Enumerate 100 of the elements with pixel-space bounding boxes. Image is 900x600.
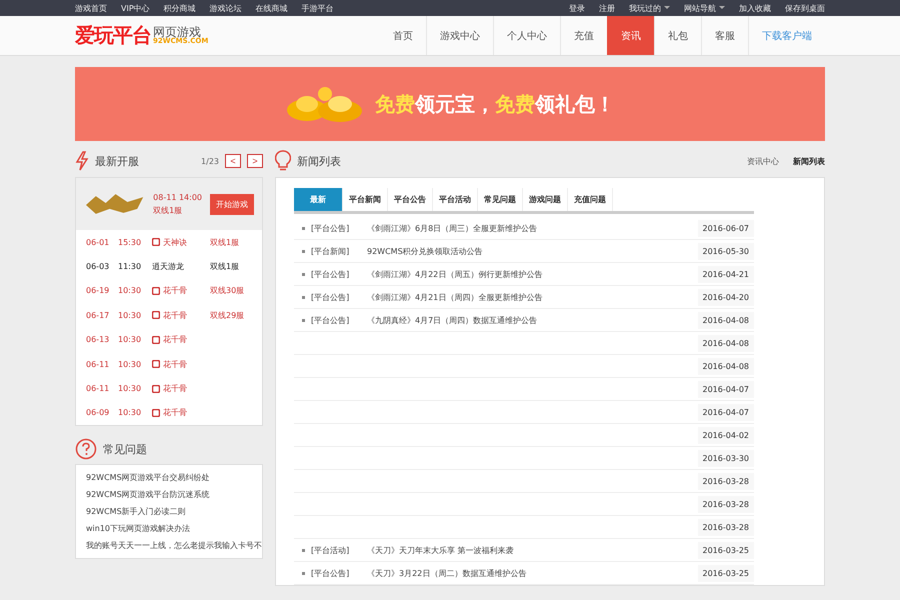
news-date: 2016-04-08: [698, 312, 754, 328]
server-name: 双线1服: [210, 261, 240, 272]
banner-headline: 免费领元宝，免费领礼包！: [375, 90, 615, 118]
start-game-button[interactable]: 开始游戏: [210, 194, 254, 214]
breadcrumb-link[interactable]: 新闻列表: [793, 156, 825, 166]
bullet-icon: [302, 272, 305, 276]
page-counter: 1/23: [201, 156, 219, 166]
server-date: 06-11: [86, 360, 110, 369]
ingot-icon: [285, 84, 365, 124]
top-link[interactable]: 游戏论坛: [210, 2, 242, 14]
category-link[interactable]: [平台公告]: [311, 222, 367, 234]
news-link[interactable]: 《剑雨江湖》4月22日（周五）例行更新维护公告: [367, 268, 542, 280]
news-date: 2016-03-28: [698, 518, 754, 536]
server-date: 06-19: [86, 286, 110, 296]
news-link[interactable]: 《九阴真经》4月7日（周四）数据互通维护公告: [367, 314, 538, 326]
breadcrumb-link[interactable]: 资讯中心: [747, 156, 779, 166]
news-date: 2016-03-28: [698, 496, 754, 512]
server-date: 06-09: [86, 408, 110, 418]
news-date: 2016-05-30: [698, 242, 754, 260]
game-link[interactable]: 天神诀: [163, 236, 187, 248]
nav-tab[interactable]: 个人中心: [493, 16, 560, 55]
top-link[interactable]: 积分商城: [164, 2, 196, 14]
game-link[interactable]: 花千骨: [163, 310, 187, 321]
top-link[interactable]: 注册: [599, 2, 615, 14]
server-time: 11:30: [118, 262, 142, 272]
news-date: 2016-06-07: [698, 220, 754, 236]
nav-tab[interactable]: 礼包: [654, 16, 701, 55]
category-link[interactable]: [平台公告]: [311, 292, 367, 302]
faq-link[interactable]: 92WCMS网页游戏平台交易纠纷处: [76, 469, 262, 486]
lightbulb-icon: [275, 150, 291, 172]
server-date: 06-11: [86, 384, 110, 394]
news-link[interactable]: 《天刀》3月22日（周二）数据互通维护公告: [367, 568, 526, 578]
top-link[interactable]: 在线商城: [256, 2, 288, 14]
caret-icon[interactable]: [719, 6, 725, 8]
nav-tab[interactable]: 客服: [701, 16, 748, 55]
news-tab[interactable]: 游戏问题: [523, 188, 568, 211]
section-title: 新闻列表: [297, 154, 341, 168]
server-time: 10:30: [118, 310, 142, 320]
news-link[interactable]: 《剑雨江湖》6月8日（周三）全服更新维护公告: [367, 222, 538, 234]
nav-tab[interactable]: 首页: [380, 16, 426, 55]
top-link[interactable]: 我玩过的: [629, 2, 661, 14]
prev-button[interactable]: <: [225, 154, 241, 168]
news-tab[interactable]: 最新: [294, 188, 343, 211]
faq-link[interactable]: 92WCMS新手入门必读二则: [76, 503, 262, 520]
top-link[interactable]: 登录: [569, 2, 585, 14]
bullet-icon: [302, 296, 305, 298]
top-link[interactable]: 手游平台: [302, 2, 334, 14]
section-title: 最新开服: [95, 154, 139, 168]
server-date: 06-01: [86, 238, 110, 247]
server-time: 10:30: [118, 408, 142, 418]
nav-tab[interactable]: 游戏中心: [426, 16, 493, 55]
top-link[interactable]: 保存到桌面: [785, 2, 825, 14]
next-button[interactable]: >: [247, 154, 263, 168]
game-link[interactable]: 花千骨: [163, 285, 187, 296]
bullet-icon: [302, 318, 305, 322]
game-link[interactable]: 花千骨: [163, 407, 187, 418]
category-link[interactable]: [平台公告]: [311, 314, 367, 326]
game-link[interactable]: 花千骨: [163, 358, 187, 370]
faq-link[interactable]: win10下玩网页游戏解决办法: [76, 520, 262, 538]
bullet-icon: [302, 226, 305, 230]
news-date: 2016-04-20: [698, 288, 754, 306]
game-link[interactable]: 逍天游龙: [152, 261, 184, 272]
top-link[interactable]: 游戏首页: [75, 2, 107, 14]
lightning-icon: [75, 151, 89, 171]
faq-link[interactable]: 我的账号天天一一上线，怎么老提示我输入卡号不: [76, 537, 262, 554]
news-tab[interactable]: 充值问题: [568, 188, 613, 211]
news-tab[interactable]: 平台新闻: [343, 188, 388, 211]
category-link[interactable]: [平台公告]: [311, 568, 367, 578]
bullet-icon: [302, 572, 305, 574]
server-date: 06-17: [86, 310, 110, 320]
game-link[interactable]: 花千骨: [163, 334, 187, 346]
news-tab[interactable]: 平台活动: [433, 188, 478, 211]
news-date: 2016-04-08: [698, 358, 754, 374]
news-link[interactable]: 92WCMS积分兑换领取活动公告: [367, 246, 483, 256]
nav-tab[interactable]: 资讯: [607, 16, 654, 55]
server-name: 双线29服: [210, 310, 244, 321]
server-time: 08-11 14:00: [153, 192, 202, 202]
news-date: 2016-03-30: [698, 450, 754, 466]
category-link[interactable]: [平台活动]: [311, 544, 367, 556]
bullet-icon: [302, 548, 305, 552]
news-tab[interactable]: 常见问题: [478, 188, 523, 211]
category-link[interactable]: [平台公告]: [311, 268, 367, 280]
server-name: 双线1服: [153, 204, 184, 216]
server-time: 10:30: [118, 384, 142, 394]
faq-link[interactable]: 92WCMS网页游戏平台防沉迷系统: [76, 486, 262, 504]
top-link[interactable]: 网站导航: [684, 2, 716, 14]
caret-icon[interactable]: [664, 6, 670, 8]
news-date: 2016-03-25: [698, 564, 754, 582]
help-icon: [75, 438, 97, 460]
category-link[interactable]: [平台新闻]: [311, 246, 367, 256]
news-link[interactable]: 《剑雨江湖》4月21日（周四）全服更新维护公告: [367, 292, 542, 302]
game-link[interactable]: 花千骨: [163, 383, 187, 394]
news-date: 2016-04-21: [698, 266, 754, 282]
top-link[interactable]: VIP中心: [121, 2, 150, 14]
server-date: 06-13: [86, 335, 110, 344]
news-link[interactable]: 《天刀》天刀年末大乐享 第一波福利来袭: [367, 544, 514, 556]
server-time: 10:30: [118, 286, 142, 296]
news-tab[interactable]: 平台公告: [388, 188, 433, 211]
top-link[interactable]: 加入收藏: [739, 2, 771, 14]
news-date: 2016-04-07: [698, 380, 754, 398]
